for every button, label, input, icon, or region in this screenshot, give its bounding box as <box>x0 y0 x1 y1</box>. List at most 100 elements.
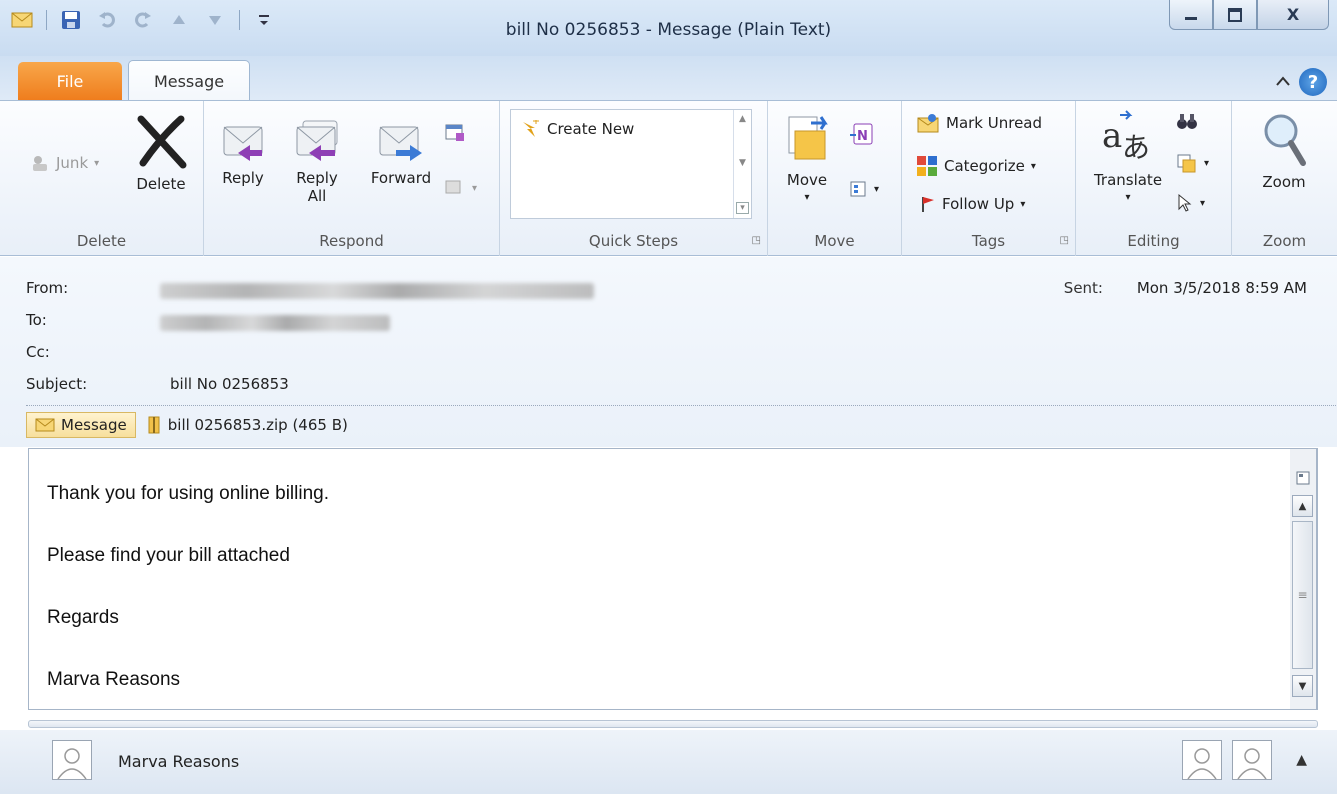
title-bar: bill No 0256853 - Message (Plain Text) X <box>0 0 1337 56</box>
create-new-label: Create New <box>547 120 635 138</box>
attachment-zip[interactable]: bill 0256853.zip (465 B) <box>146 415 348 435</box>
follow-up-label: Follow Up <box>942 195 1015 213</box>
forward-label: Forward <box>370 169 432 187</box>
categorize-icon <box>917 156 937 176</box>
zoom-button[interactable]: Zoom <box>1244 109 1324 191</box>
ribbon-group-delete: Junk ▾ Delete Delete <box>0 101 204 256</box>
rules-button[interactable]: ▾ <box>848 179 879 199</box>
svg-text:あ: あ <box>1122 131 1150 164</box>
scroll-thumb[interactable]: ≡ <box>1292 521 1313 669</box>
move-button[interactable]: Move ▾ <box>778 111 836 207</box>
magnifier-icon <box>1264 114 1306 166</box>
message-body[interactable]: Thank you for using online billing. Plea… <box>28 448 1318 710</box>
mark-unread-button[interactable]: Mark Unread <box>916 113 1042 133</box>
people-pane-splitter[interactable] <box>28 720 1318 728</box>
categorize-button[interactable]: Categorize ▾ <box>916 155 1036 177</box>
group-label-respond: Respond <box>319 232 384 250</box>
help-area: ? <box>1275 68 1327 96</box>
group-label-tags: Tags <box>971 232 1006 250</box>
move-icon <box>788 116 828 160</box>
reply-icon <box>223 126 263 161</box>
subject-value: bill No 0256853 <box>170 375 289 393</box>
close-button[interactable]: X <box>1257 0 1329 30</box>
find-button[interactable] <box>1176 111 1198 131</box>
related-icon <box>1177 154 1196 173</box>
scroll-up-icon: ▲ <box>739 114 746 124</box>
window-controls: X <box>1169 0 1329 30</box>
help-icon[interactable]: ? <box>1299 68 1327 96</box>
from-value-redacted <box>160 283 594 299</box>
categorize-label: Categorize <box>944 157 1025 175</box>
reply-all-label-line1: Reply <box>296 169 338 187</box>
create-new-quick-step[interactable]: Create New <box>521 120 634 138</box>
group-label-quick-steps: Quick Steps <box>588 232 679 250</box>
envelope-icon <box>35 418 55 432</box>
close-icon: X <box>1286 5 1300 24</box>
cc-label: Cc: <box>26 343 50 361</box>
onenote-icon: N <box>850 123 873 145</box>
sent-value: Mon 3/5/2018 8:59 AM <box>1136 279 1307 297</box>
translate-icon: aあ <box>1102 110 1150 164</box>
tab-message[interactable]: Message <box>128 60 250 101</box>
translate-button[interactable]: aあ Translate ▾ <box>1086 109 1170 207</box>
ribbon-group-zoom: Zoom Zoom <box>1232 101 1337 256</box>
zip-file-icon <box>148 416 160 434</box>
people-pane: Marva Reasons ▲ <box>0 730 1337 794</box>
minimize-ribbon-icon[interactable] <box>1275 73 1291 91</box>
tab-file[interactable]: File <box>18 62 122 100</box>
person-icon <box>1237 748 1267 779</box>
body-line-4: Marva Reasons <box>47 669 181 690</box>
minimize-button[interactable] <box>1169 0 1213 30</box>
forward-button[interactable]: Forward <box>364 113 438 187</box>
attachment-bar: Message bill 0256853.zip (465 B) <box>26 409 348 441</box>
svg-text:a: a <box>1102 116 1122 156</box>
expand-people-pane-icon[interactable]: ▲ <box>1296 752 1307 768</box>
reply-label: Reply <box>222 169 264 187</box>
dialog-launcher-icon[interactable]: ◳ <box>1060 235 1069 246</box>
from-label: From: <box>26 279 69 297</box>
body-line-2: Please find your bill attached <box>47 545 290 566</box>
ribbon-group-quick-steps: Create New ▲ ▼ ▾ Quick Steps ◳ <box>500 101 768 256</box>
body-scrollbar[interactable]: ▲ ≡ ▼ <box>1290 448 1317 710</box>
maximize-button[interactable] <box>1213 0 1257 30</box>
translate-label: Translate <box>1093 171 1163 189</box>
avatar[interactable] <box>1182 740 1222 780</box>
ribbon-tabs: File Message ? <box>0 56 1337 101</box>
ribbon-group-respond: Reply Reply All Forward ▾ Respond <box>204 101 500 256</box>
meeting-button[interactable] <box>444 121 466 143</box>
scroll-down-icon: ▼ <box>739 158 746 168</box>
related-button[interactable]: ▾ <box>1176 153 1209 173</box>
ribbon-group-tags: Mark Unread Categorize ▾ Follow Up ▾ Tag… <box>902 101 1076 256</box>
reply-all-icon <box>296 120 338 161</box>
more-icon <box>445 180 461 194</box>
people-pane-name[interactable]: Marva Reasons <box>118 752 239 771</box>
avatar[interactable] <box>1232 740 1272 780</box>
more-respond-button[interactable]: ▾ <box>444 179 477 197</box>
delete-button[interactable]: Delete <box>128 111 194 193</box>
rules-icon <box>850 181 866 197</box>
to-label: To: <box>26 311 47 329</box>
group-label-zoom: Zoom <box>1262 232 1307 250</box>
group-label-move: Move <box>814 232 855 250</box>
select-button[interactable]: ▾ <box>1176 193 1205 213</box>
zoom-label: Zoom <box>1262 173 1306 191</box>
onenote-button[interactable]: N <box>848 121 874 147</box>
view-options-icon[interactable] <box>1292 467 1313 489</box>
mark-unread-label: Mark Unread <box>946 114 1043 132</box>
junk-label: Junk <box>56 154 89 172</box>
binoculars-icon <box>1177 114 1197 129</box>
message-tab[interactable]: Message <box>26 412 136 438</box>
avatar[interactable] <box>52 740 92 780</box>
reply-all-button[interactable]: Reply All <box>288 113 346 205</box>
scroll-up-button[interactable]: ▲ <box>1292 495 1313 517</box>
junk-icon <box>33 156 47 171</box>
body-line-3: Regards <box>47 607 119 628</box>
quick-steps-scroll[interactable]: ▲ ▼ ▾ <box>733 110 751 218</box>
dialog-launcher-icon[interactable]: ◳ <box>752 235 761 246</box>
follow-up-button[interactable]: Follow Up ▾ <box>920 195 1025 213</box>
reply-button[interactable]: Reply <box>216 113 270 187</box>
ribbon-group-move: Move ▾ N ▾ Move <box>768 101 902 256</box>
junk-button[interactable]: Junk ▾ <box>30 153 99 173</box>
to-value-redacted <box>160 315 390 331</box>
scroll-down-button[interactable]: ▼ <box>1292 675 1313 697</box>
